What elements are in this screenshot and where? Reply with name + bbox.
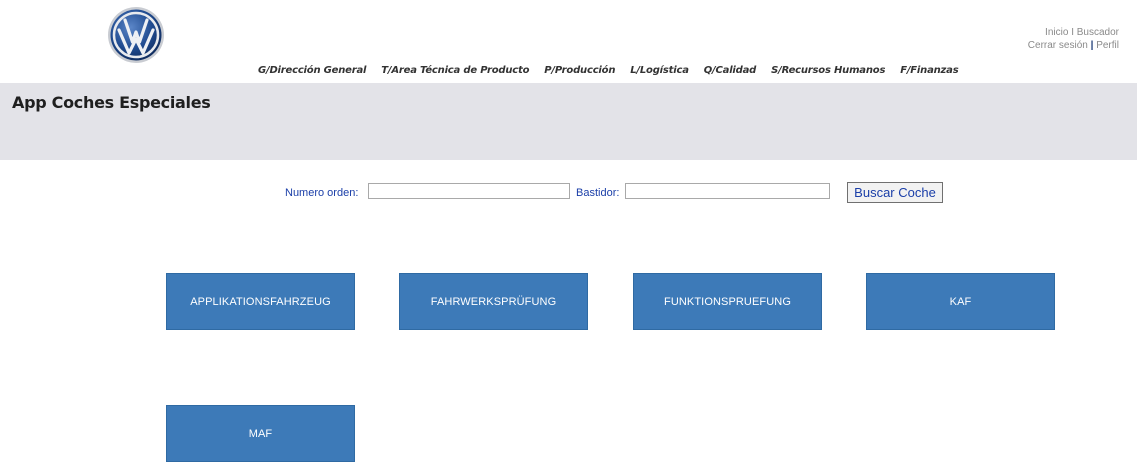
order-number-label: Numero orden:	[285, 187, 359, 199]
nav-direccion-general[interactable]: G/Dirección General	[258, 65, 366, 79]
link-separator: |	[1090, 40, 1094, 51]
tile-applikationsfahrzeug[interactable]: APPLIKATIONSFAHRZEUG	[166, 273, 355, 330]
nav-finanzas[interactable]: F/Finanzas	[900, 65, 958, 79]
nav-calidad[interactable]: Q/Calidad	[704, 65, 757, 79]
tile-kaf[interactable]: KAF	[866, 273, 1055, 330]
search-form: Numero orden: Bastidor: Buscar Coche	[0, 182, 1137, 204]
chassis-input[interactable]	[625, 183, 830, 199]
buscador-link[interactable]: Buscador	[1077, 27, 1119, 38]
nav-logistica[interactable]: L/Logística	[630, 65, 689, 79]
user-links: Inicio I Buscador Cerrar sesión | Perfil	[1028, 26, 1119, 52]
nav-recursos-humanos[interactable]: S/Recursos Humanos	[771, 65, 885, 79]
volkswagen-logo-icon[interactable]	[107, 6, 165, 64]
chassis-label: Bastidor:	[576, 187, 620, 199]
tile-fahrwerkspruefung[interactable]: FAHRWERKSPRÜFUNG	[399, 273, 588, 330]
inicio-link[interactable]: Inicio	[1045, 27, 1068, 38]
header-band: App Coches Especiales	[0, 83, 1137, 160]
tile-funktionspruefung[interactable]: FUNKTIONSPRUEFUNG	[633, 273, 822, 330]
order-number-input[interactable]	[368, 183, 570, 199]
nav-produccion[interactable]: P/Producción	[544, 65, 615, 79]
nav-area-tecnica[interactable]: T/Area Técnica de Producto	[381, 65, 529, 79]
profile-link[interactable]: Perfil	[1096, 40, 1119, 51]
main-nav: G/Dirección General T/Area Técnica de Pr…	[258, 65, 973, 79]
tile-maf[interactable]: MAF	[166, 405, 355, 462]
page-title: App Coches Especiales	[12, 93, 211, 112]
logout-link[interactable]: Cerrar sesión	[1028, 40, 1088, 51]
link-separator: I	[1071, 27, 1074, 38]
search-car-button[interactable]: Buscar Coche	[847, 182, 943, 203]
